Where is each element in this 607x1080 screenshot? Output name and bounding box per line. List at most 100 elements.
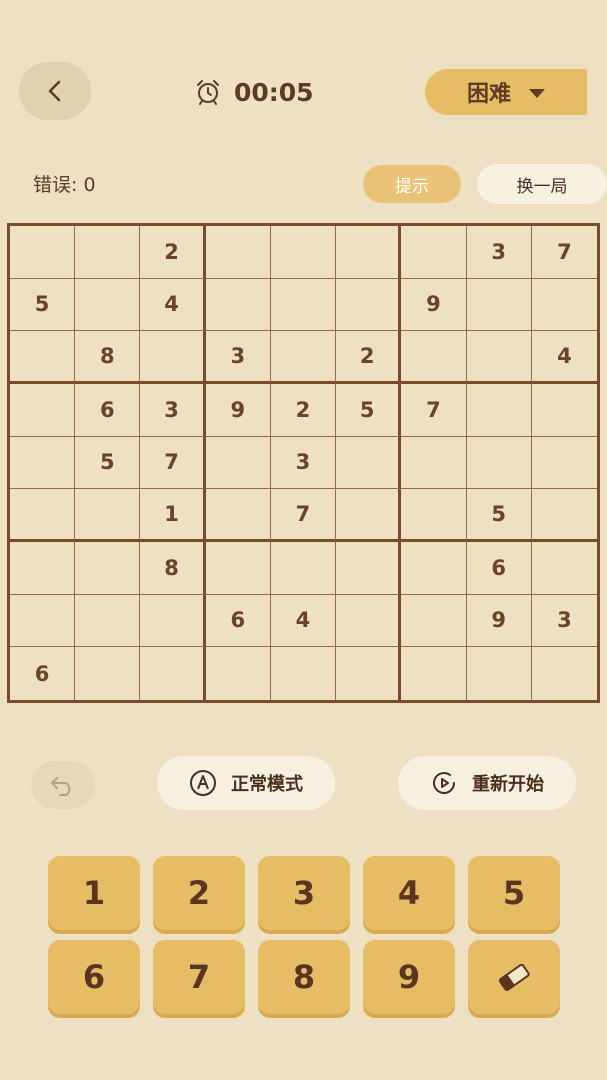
- sudoku-cell[interactable]: [10, 436, 76, 490]
- sudoku-cell[interactable]: [75, 278, 141, 332]
- key-4[interactable]: 4: [363, 856, 455, 930]
- sudoku-cell[interactable]: 9: [205, 384, 271, 437]
- key-2[interactable]: 2: [153, 856, 245, 930]
- sudoku-cell[interactable]: 7: [140, 436, 206, 490]
- sudoku-cell[interactable]: [466, 331, 532, 384]
- sudoku-cell[interactable]: 3: [466, 226, 532, 279]
- eraser-button[interactable]: [468, 940, 560, 1014]
- sudoku-cell[interactable]: [140, 331, 206, 384]
- restart-button[interactable]: 重新开始: [398, 756, 576, 810]
- sudoku-cell[interactable]: 6: [466, 542, 532, 595]
- sudoku-cell[interactable]: [532, 647, 597, 700]
- sudoku-cell[interactable]: 6: [75, 384, 141, 437]
- sudoku-cell[interactable]: [401, 489, 467, 542]
- sudoku-cell[interactable]: 3: [531, 595, 597, 648]
- sudoku-cell[interactable]: [336, 489, 402, 542]
- mode-button[interactable]: 正常模式: [157, 756, 335, 810]
- sudoku-cell[interactable]: 8: [140, 542, 206, 595]
- hint-button[interactable]: 提示: [363, 165, 461, 203]
- sudoku-cell[interactable]: [206, 647, 271, 700]
- timer: 00:05: [194, 74, 314, 110]
- sudoku-cell[interactable]: [75, 226, 141, 279]
- sudoku-cell[interactable]: [140, 647, 206, 700]
- sudoku-cell[interactable]: [336, 542, 402, 595]
- sudoku-cell[interactable]: [10, 594, 76, 648]
- sudoku-cell[interactable]: 5: [10, 278, 76, 332]
- sudoku-cell[interactable]: [10, 542, 76, 595]
- sudoku-cell[interactable]: 7: [401, 384, 467, 437]
- sudoku-cell[interactable]: [205, 436, 271, 490]
- key-9[interactable]: 9: [363, 940, 455, 1014]
- sudoku-cell[interactable]: [270, 331, 337, 384]
- sudoku-cell[interactable]: [205, 489, 271, 542]
- sudoku-cell[interactable]: 9: [466, 594, 532, 648]
- sudoku-cell[interactable]: 5: [336, 384, 402, 437]
- sudoku-cell[interactable]: [401, 647, 467, 700]
- sudoku-cell[interactable]: [466, 436, 532, 490]
- sudoku-cell[interactable]: [336, 436, 402, 490]
- sudoku-cell[interactable]: [467, 647, 532, 700]
- sudoku-cell[interactable]: [270, 278, 337, 332]
- sudoku-cell[interactable]: 8: [75, 331, 141, 384]
- sudoku-cell[interactable]: 1: [140, 489, 206, 542]
- sudoku-cell[interactable]: [10, 331, 76, 384]
- sudoku-cell[interactable]: [531, 489, 597, 542]
- sudoku-cell[interactable]: 7: [531, 226, 597, 279]
- key-8[interactable]: 8: [258, 940, 350, 1014]
- sudoku-cell[interactable]: [10, 226, 76, 279]
- sudoku-cell[interactable]: [271, 647, 337, 700]
- sudoku-cell[interactable]: [75, 489, 141, 542]
- sudoku-cell[interactable]: 6: [205, 594, 271, 648]
- sudoku-cell[interactable]: 3: [140, 384, 206, 437]
- sudoku-cell[interactable]: 4: [270, 594, 337, 648]
- sudoku-cell[interactable]: [205, 542, 271, 595]
- sudoku-cell[interactable]: [401, 542, 467, 595]
- new-game-button[interactable]: 换一局: [477, 164, 607, 204]
- sudoku-cell[interactable]: [336, 226, 402, 279]
- key-1[interactable]: 1: [48, 856, 140, 930]
- difficulty-label: 困难: [466, 82, 511, 107]
- sudoku-cell[interactable]: [466, 384, 532, 437]
- key-3[interactable]: 3: [258, 856, 350, 930]
- sudoku-cell[interactable]: [10, 489, 76, 542]
- key-6[interactable]: 6: [48, 940, 140, 1014]
- undo-button[interactable]: [31, 761, 95, 809]
- sudoku-cell[interactable]: [205, 278, 271, 332]
- sudoku-cell[interactable]: 2: [336, 331, 402, 384]
- sudoku-cell[interactable]: 4: [140, 278, 206, 332]
- sudoku-cell[interactable]: [531, 437, 597, 490]
- sudoku-cell[interactable]: [75, 594, 141, 648]
- sudoku-cell[interactable]: [205, 226, 271, 279]
- key-5[interactable]: 5: [468, 856, 560, 930]
- sudoku-cell[interactable]: [10, 384, 76, 437]
- sudoku-cell[interactable]: [336, 647, 402, 700]
- sudoku-cell[interactable]: [466, 278, 532, 332]
- sudoku-cell[interactable]: 7: [270, 489, 337, 542]
- sudoku-cell[interactable]: [401, 226, 467, 279]
- sudoku-cell[interactable]: 9: [401, 278, 467, 332]
- sudoku-cell[interactable]: 5: [75, 436, 141, 490]
- sudoku-cell[interactable]: [401, 594, 467, 648]
- back-button[interactable]: [19, 62, 91, 120]
- sudoku-cell[interactable]: [270, 226, 337, 279]
- sudoku-cell[interactable]: [531, 384, 597, 437]
- sudoku-cell[interactable]: [75, 542, 141, 595]
- sudoku-cell[interactable]: [336, 594, 402, 648]
- sudoku-cell[interactable]: [270, 542, 337, 595]
- sudoku-cell[interactable]: 3: [270, 436, 337, 490]
- key-7[interactable]: 7: [153, 940, 245, 1014]
- sudoku-cell[interactable]: 2: [270, 384, 337, 437]
- sudoku-cell[interactable]: [401, 436, 467, 490]
- sudoku-cell[interactable]: [531, 279, 597, 332]
- sudoku-cell[interactable]: 4: [531, 331, 597, 384]
- sudoku-cell[interactable]: [336, 278, 402, 332]
- sudoku-cell[interactable]: [140, 594, 206, 648]
- difficulty-dropdown[interactable]: 困难: [425, 69, 587, 115]
- sudoku-cell[interactable]: 3: [205, 331, 271, 384]
- sudoku-cell[interactable]: 2: [140, 226, 206, 279]
- sudoku-cell[interactable]: [531, 542, 597, 595]
- sudoku-cell[interactable]: [401, 331, 467, 384]
- sudoku-cell[interactable]: 6: [10, 647, 76, 700]
- sudoku-cell[interactable]: 5: [466, 489, 532, 542]
- sudoku-cell[interactable]: [75, 647, 141, 700]
